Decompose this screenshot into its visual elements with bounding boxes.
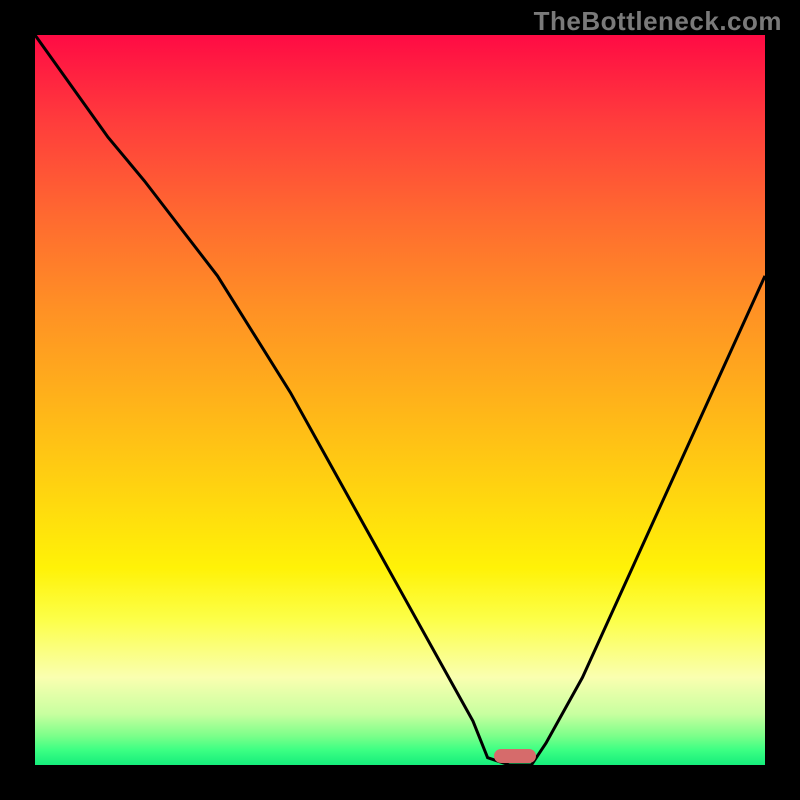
- optimal-marker: [494, 749, 536, 763]
- chart-frame: TheBottleneck.com: [0, 0, 800, 800]
- watermark-text: TheBottleneck.com: [534, 6, 782, 37]
- bottleneck-curve: [0, 0, 800, 800]
- curve-path: [35, 35, 765, 765]
